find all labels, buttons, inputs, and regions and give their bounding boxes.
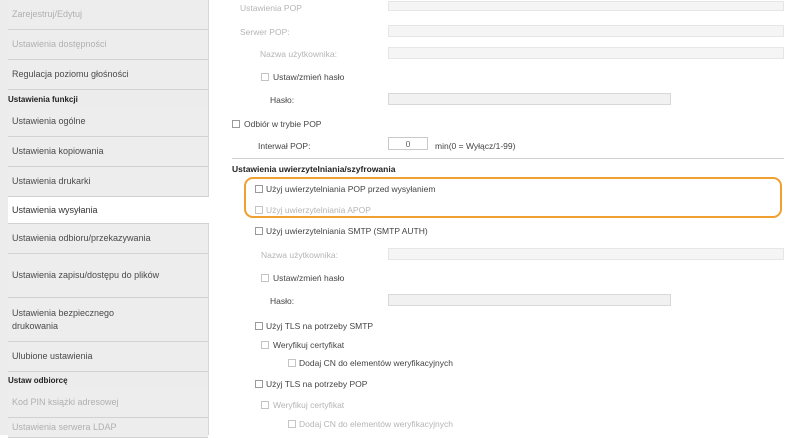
sidebar-item-label: Ustawienia kopiowania (12, 146, 104, 156)
pop-username-label: Nazwa użytkownika: (260, 49, 338, 59)
sidebar-item-label: Regulacja poziomu głośności (12, 69, 129, 79)
sidebar-item-label: Ustawienia odbioru/przekazywania (12, 233, 151, 243)
pop-set-password-checkbox[interactable] (261, 73, 269, 81)
pop-interval-input[interactable]: 0 (388, 137, 428, 150)
sidebar-item-label: Ustawienia wysyłania (12, 204, 98, 215)
sidebar-item-label: Ulubione ustawienia (12, 351, 93, 361)
smtp-password-label: Hasło: (270, 296, 295, 306)
pop-password-label: Hasło: (270, 95, 295, 105)
add-cn-pop-checkbox[interactable] (288, 420, 296, 428)
sidebar-item-store-access[interactable]: Ustawienia zapisu/dostępu do plików (8, 254, 208, 298)
smtp-username-input[interactable] (388, 248, 784, 260)
sidebar-item-secure-print[interactable]: Ustawienia bezpiecznego drukowania (8, 298, 208, 342)
sidebar-item-register-edit[interactable]: Zarejestruj/Edytuj (8, 0, 208, 30)
apop-checkbox[interactable] (255, 206, 263, 214)
verify-cert-pop-checkbox[interactable] (261, 401, 269, 409)
section-divider (232, 158, 784, 159)
auth-section-title: Ustawienia uwierzytelniania/szyfrowania (232, 164, 396, 174)
sidebar-item-label: Ustawienia dostępności (12, 39, 107, 49)
sidebar-item-label: Zarejestruj/Edytuj (12, 9, 83, 19)
sidebar-item-volume[interactable]: Regulacja poziomu głośności (8, 60, 208, 90)
add-cn-pop-label: Dodaj CN do elementów weryfikacyjnych (299, 419, 454, 429)
sidebar-item-label: Ustawienia serwera LDAP (12, 422, 117, 432)
smtp-set-password-checkbox[interactable] (261, 274, 269, 282)
smtp-set-password-label: Ustaw/zmień hasło (273, 273, 345, 283)
send-settings-form: Ustawienia POP Serwer POP: Nazwa użytkow… (232, 0, 801, 435)
sidebar-item-accessibility[interactable]: Ustawienia dostępności (8, 30, 208, 60)
sidebar-item-copy[interactable]: Ustawienia kopiowania (8, 137, 208, 167)
sidebar-item-label: Ustawienia bezpiecznego drukowania (12, 307, 115, 331)
pop-interval-unit: min(0 = Wyłącz/1-99) (435, 141, 516, 151)
sidebar-item-label: Ustawienia ogólne (12, 116, 86, 126)
tls-pop-checkbox[interactable] (255, 380, 263, 388)
pop-receive-checkbox[interactable] (232, 120, 240, 128)
verify-cert-smtp-checkbox[interactable] (261, 341, 269, 349)
sidebar-item-ldap[interactable]: Ustawienia serwera LDAP (8, 418, 208, 438)
sidebar-item-printer[interactable]: Ustawienia drukarki (8, 167, 208, 197)
top-faded-field (388, 1, 784, 11)
sidebar-item-send[interactable]: Ustawienia wysyłania (8, 197, 209, 224)
sidebar-item-label: Ustawienia zapisu/dostępu do plików (12, 270, 160, 280)
pop-receive-label: Odbiór w trybie POP (244, 119, 322, 129)
pop-set-password-label: Ustaw/zmień hasło (273, 72, 345, 82)
verify-cert-smtp-label: Weryfikuj certyfikat (273, 340, 345, 350)
pop-username-input[interactable] (388, 47, 784, 59)
pop-server-input[interactable] (388, 25, 784, 37)
tls-smtp-label: Użyj TLS na potrzeby SMTP (266, 321, 374, 331)
smtp-auth-label: Użyj uwierzytelniania SMTP (SMTP AUTH) (266, 226, 428, 236)
tls-smtp-checkbox[interactable] (255, 322, 263, 330)
sidebar-item-address-book-pin[interactable]: Kod PIN książki adresowej (8, 388, 208, 418)
sidebar-item-label: Ustawienia drukarki (12, 176, 91, 186)
smtp-username-label: Nazwa użytkownika: (261, 250, 339, 260)
settings-sidebar: Zarejestruj/Edytuj Ustawienia dostępnośc… (0, 0, 209, 438)
sidebar-item-receive-forward[interactable]: Ustawienia odbioru/przekazywania (8, 224, 208, 254)
pop-before-send-checkbox[interactable] (255, 185, 263, 193)
sidebar-header-functions: Ustawienia funkcji (8, 94, 78, 104)
pop-interval-label: Interwał POP: (258, 141, 311, 151)
verify-cert-pop-label: Weryfikuj certyfikat (273, 400, 345, 410)
sidebar-item-favorites[interactable]: Ulubione ustawienia (8, 342, 208, 372)
tls-pop-label: Użyj TLS na potrzeby POP (266, 379, 368, 389)
pop-password-input[interactable] (388, 93, 671, 105)
sidebar-header-recipient: Ustaw odbiorcę (8, 375, 68, 385)
pop-settings-label: Ustawienia POP (240, 3, 302, 13)
sidebar-item-general[interactable]: Ustawienia ogólne (8, 107, 208, 137)
pop-before-send-label: Użyj uwierzytelniania POP przed wysyłani… (266, 184, 436, 194)
add-cn-smtp-label: Dodaj CN do elementów weryfikacyjnych (299, 358, 454, 368)
apop-label: Użyj uwierzytelniania APOP (266, 205, 371, 215)
smtp-auth-checkbox[interactable] (255, 227, 263, 235)
pop-server-label: Serwer POP: (240, 27, 290, 37)
smtp-password-input[interactable] (388, 294, 671, 306)
add-cn-smtp-checkbox[interactable] (288, 359, 296, 367)
sidebar-item-label: Kod PIN książki adresowej (12, 397, 119, 407)
